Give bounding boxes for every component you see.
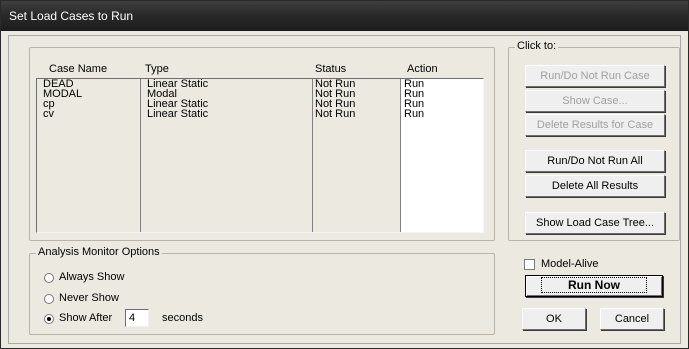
run-do-not-run-all-button[interactable]: Run/Do Not Run All bbox=[525, 150, 665, 172]
type-column[interactable]: Linear Static Modal Linear Static Linear… bbox=[141, 79, 313, 232]
delete-results-for-case-button[interactable]: Delete Results for Case bbox=[525, 114, 665, 136]
delete-all-results-button[interactable]: Delete All Results bbox=[525, 175, 665, 197]
seconds-input[interactable]: 4 bbox=[125, 309, 149, 327]
action-cell[interactable]: Run bbox=[401, 109, 483, 120]
action-column[interactable]: Run Run Run Run bbox=[401, 79, 483, 232]
run-do-not-run-case-button[interactable]: Run/Do Not Run Case bbox=[525, 65, 665, 87]
window-title: Set Load Cases to Run bbox=[9, 9, 134, 23]
status-cell[interactable]: Not Run bbox=[313, 109, 400, 120]
model-alive-label[interactable]: Model-Alive bbox=[541, 258, 598, 270]
show-load-case-tree-button[interactable]: Show Load Case Tree... bbox=[525, 212, 665, 234]
status-column[interactable]: Not Run Not Run Not Run Not Run bbox=[313, 79, 401, 232]
ok-button[interactable]: OK bbox=[522, 308, 586, 330]
header-type: Type bbox=[145, 63, 169, 75]
header-status: Status bbox=[315, 63, 347, 75]
show-case-button[interactable]: Show Case... bbox=[525, 90, 665, 112]
click-to-legend: Click to: bbox=[515, 40, 559, 52]
never-show-radio[interactable] bbox=[44, 294, 54, 304]
case-name-cell[interactable]: cv bbox=[37, 109, 140, 120]
dialog-window: Set Load Cases to Run Case Name Type Sta… bbox=[0, 0, 689, 349]
type-cell[interactable]: Linear Static bbox=[141, 109, 312, 120]
load-case-list[interactable]: DEAD MODAL cp cv Linear Static Modal Lin… bbox=[36, 78, 484, 233]
model-alive-checkbox[interactable] bbox=[524, 259, 535, 270]
run-now-label: Run Now bbox=[541, 277, 647, 293]
analysis-monitor-legend: Analysis Monitor Options bbox=[36, 246, 162, 258]
run-now-button[interactable]: Run Now bbox=[525, 275, 663, 297]
always-show-radio[interactable] bbox=[44, 273, 54, 283]
show-after-radio[interactable] bbox=[44, 314, 54, 324]
cancel-button[interactable]: Cancel bbox=[600, 308, 664, 330]
always-show-label[interactable]: Always Show bbox=[59, 271, 124, 283]
seconds-label: seconds bbox=[162, 312, 203, 324]
show-after-label[interactable]: Show After bbox=[59, 312, 112, 324]
case-name-column[interactable]: DEAD MODAL cp cv bbox=[37, 79, 141, 232]
title-bar: Set Load Cases to Run bbox=[1, 1, 688, 31]
header-case-name: Case Name bbox=[49, 63, 108, 75]
header-action: Action bbox=[407, 63, 438, 75]
never-show-label[interactable]: Never Show bbox=[59, 292, 119, 304]
